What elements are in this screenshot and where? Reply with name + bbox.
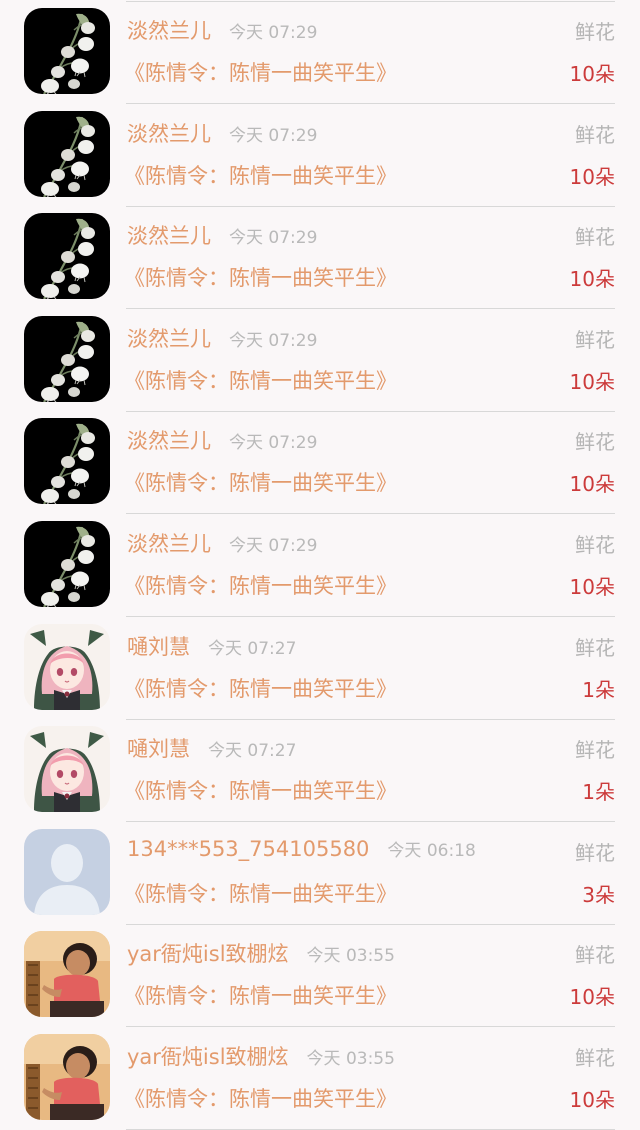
gift-type-label: 鲜花 [575, 635, 615, 660]
timestamp: 今天 07:29 [229, 125, 318, 146]
book-title-link[interactable]: 《陈情令：陈情一曲笑平生》 [124, 775, 397, 805]
book-title-link[interactable]: 《陈情令：陈情一曲笑平生》 [124, 980, 397, 1010]
book-title-link[interactable]: 《陈情令：陈情一曲笑平生》 [124, 1083, 397, 1113]
sender-info: yar衙炖isl致棚炫 今天 03:55 [127, 938, 395, 968]
lily-flower-avatar[interactable] [24, 315, 110, 402]
gift-count: 10朵 [569, 985, 615, 1010]
list-item[interactable]: 淡然兰儿 今天 07:29 鲜花《陈情令：陈情一曲笑平生》 10朵 [0, 400, 640, 515]
child-photo-avatar[interactable] [24, 931, 110, 1018]
lily-flower-avatar[interactable] [24, 8, 110, 94]
gift-type-label: 鲜花 [575, 738, 615, 763]
gift-type-label: 鲜花 [575, 430, 615, 455]
list-item[interactable]: 134***553_754105580 今天 06:18 鲜花《陈情令：陈情一曲笑平… [0, 811, 640, 925]
timestamp: 今天 03:55 [306, 1048, 395, 1069]
timestamp: 今天 03:55 [306, 946, 395, 967]
list-item[interactable]: 淡然兰儿 今天 07:29 鲜花《陈情令：陈情一曲笑平生》 10朵 [0, 195, 640, 310]
sender-name[interactable]: 嗵刘慧 [127, 733, 190, 763]
lily-flower-avatar[interactable] [24, 520, 110, 607]
timestamp: 今天 07:27 [208, 638, 297, 659]
sender-name[interactable]: 淡然兰儿 [127, 118, 211, 148]
gift-count: 10朵 [569, 1087, 615, 1112]
gift-count: 10朵 [569, 574, 615, 599]
gift-count: 1朵 [582, 677, 615, 702]
list-item[interactable]: 嗵刘慧 今天 07:27 鲜花《陈情令：陈情一曲笑平生》 1朵 [0, 606, 640, 720]
timestamp: 今天 06:18 [387, 840, 476, 861]
gift-type-label: 鲜花 [575, 225, 615, 250]
timestamp: 今天 07:29 [229, 228, 318, 249]
gift-type-label: 鲜花 [575, 122, 615, 147]
book-title-link[interactable]: 《陈情令：陈情一曲笑平生》 [124, 57, 397, 87]
list-item[interactable]: 淡然兰儿 今天 07:29 鲜花《陈情令：陈情一曲笑平生》 10朵 [0, 503, 640, 617]
sender-name[interactable]: 淡然兰儿 [127, 323, 211, 353]
sender-name[interactable]: yar衙炖isl致棚炫 [127, 938, 289, 968]
book-title-link[interactable]: 《陈情令：陈情一曲笑平生》 [124, 262, 397, 292]
book-title-link[interactable]: 《陈情令：陈情一曲笑平生》 [124, 570, 397, 600]
sender-name[interactable]: 淡然兰儿 [127, 425, 211, 455]
timestamp: 今天 07:29 [229, 23, 318, 43]
list-item[interactable]: 嗵刘慧 今天 07:27 鲜花《陈情令：陈情一曲笑平生》 1朵 [0, 708, 640, 823]
gift-type-label: 鲜花 [575, 1045, 615, 1070]
sender-name[interactable]: 134***553_754105580 [127, 837, 369, 861]
sender-info: 淡然兰儿 今天 07:29 [127, 425, 317, 455]
gift-count: 10朵 [569, 369, 615, 394]
gift-record-list[interactable]: 淡然兰儿 今天 07:29 鲜花 《陈情令：陈情一曲笑平生》 10朵 淡然兰儿 今天 07… [0, 0, 640, 1130]
sender-info: yar衙炖isl致棚炫 今天 03:55 [127, 1041, 395, 1071]
gift-count: 10朵 [569, 472, 615, 497]
list-item[interactable]: 淡然兰儿 今天 07:29 鲜花《陈情令：陈情一曲笑平生》 10朵 [0, 93, 640, 207]
gift-count: 1朵 [582, 780, 615, 805]
sender-info: 淡然兰儿 今天 07:29 [127, 323, 317, 353]
sender-info: 嗵刘慧 今天 07:27 [127, 631, 296, 661]
lily-flower-avatar[interactable] [24, 110, 110, 197]
anime-girl-avatar[interactable] [24, 623, 110, 710]
list-item[interactable]: 淡然兰儿 今天 07:29 鲜花《陈情令：陈情一曲笑平生》 10朵 [0, 298, 640, 412]
sender-info: 淡然兰儿 今天 07:29 [127, 220, 317, 250]
list-item[interactable]: 淡然兰儿 今天 07:29 鲜花《陈情令：陈情一曲笑平生》 10朵 [0, 0, 640, 104]
gift-type-label: 鲜花 [575, 532, 615, 557]
book-title-link[interactable]: 《陈情令：陈情一曲笑平生》 [124, 467, 397, 497]
timestamp: 今天 07:29 [229, 330, 318, 351]
lily-flower-avatar[interactable] [24, 418, 110, 505]
gift-count: 10朵 [569, 62, 615, 86]
gift-type-label: 鲜花 [575, 943, 615, 968]
sender-name[interactable]: yar衙炖isl致棚炫 [127, 1041, 289, 1071]
gift-count: 3朵 [582, 882, 615, 907]
sender-info: 134***553_754105580 今天 06:18 [127, 836, 476, 861]
gift-type-label: 鲜花 [575, 840, 615, 865]
lily-flower-avatar[interactable] [24, 213, 110, 300]
list-item[interactable]: yar衙炖isl致棚炫 今天 03:55 鲜花《陈情令：陈情一曲笑平生》 10朵 [0, 1016, 640, 1130]
book-title-link[interactable]: 《陈情令：陈情一曲笑平生》 [124, 878, 397, 908]
book-title-link[interactable]: 《陈情令：陈情一曲笑平生》 [124, 365, 397, 395]
list-item[interactable]: yar衙炖isl致棚炫 今天 03:55 鲜花《陈情令：陈情一曲笑平生》 10朵 [0, 913, 640, 1028]
sender-name[interactable]: 嗵刘慧 [127, 631, 190, 661]
book-title-link[interactable]: 《陈情令：陈情一曲笑平生》 [124, 673, 397, 703]
timestamp: 今天 07:29 [229, 535, 318, 556]
book-title-link[interactable]: 《陈情令：陈情一曲笑平生》 [124, 160, 397, 190]
gift-count: 10朵 [569, 267, 615, 292]
sender-info: 淡然兰儿 今天 07:29 [127, 118, 317, 148]
gift-type-label: 鲜花 [575, 327, 615, 352]
sender-info: 淡然兰儿 今天 07:29 [127, 15, 317, 45]
sender-name[interactable]: 淡然兰儿 [127, 15, 211, 45]
gift-count: 10朵 [569, 164, 615, 189]
sender-info: 淡然兰儿 今天 07:29 [127, 528, 317, 558]
child-photo-avatar[interactable] [24, 1033, 110, 1120]
gift-type-label: 鲜花 [575, 20, 615, 44]
sender-name[interactable]: 淡然兰儿 [127, 220, 211, 250]
timestamp: 今天 07:27 [208, 741, 297, 762]
default-person-avatar[interactable] [24, 828, 110, 915]
anime-girl-avatar[interactable] [24, 726, 110, 813]
timestamp: 今天 07:29 [229, 433, 318, 454]
sender-info: 嗵刘慧 今天 07:27 [127, 733, 296, 763]
sender-name[interactable]: 淡然兰儿 [127, 528, 211, 558]
